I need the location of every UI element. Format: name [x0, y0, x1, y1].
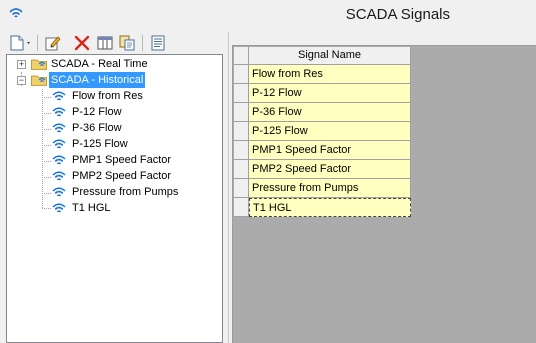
tree-signal-item[interactable]: T1 HGL [7, 200, 222, 216]
copy-icon [119, 35, 135, 51]
row-header[interactable] [234, 65, 249, 84]
grid-cell-signal-name[interactable]: Pressure from Pumps [249, 179, 411, 198]
row-header[interactable] [234, 179, 249, 198]
tree-signal-label: Flow from Res [72, 90, 143, 102]
tree-group-label: SCADA - Historical [49, 72, 146, 88]
title-bar: SCADA Signals [0, 0, 536, 31]
edit-button[interactable] [44, 34, 62, 52]
folder-signal-icon [31, 59, 47, 70]
grid-cell-signal-name[interactable]: Flow from Res [249, 65, 411, 84]
row-header[interactable] [234, 103, 249, 122]
row-header[interactable] [234, 84, 249, 103]
tree-group-real-time[interactable]: + SCADA - Real Time [7, 56, 222, 72]
toolbar-separator [37, 35, 38, 51]
tree-signal-label: Pressure from Pumps [72, 186, 179, 198]
row-header[interactable] [234, 160, 249, 179]
row-header[interactable] [234, 198, 249, 217]
tree-signal-label: PMP2 Speed Factor [72, 170, 172, 182]
signal-icon [52, 187, 66, 197]
tree-signal-item[interactable]: P-125 Flow [7, 136, 222, 152]
signal-icon [52, 107, 66, 117]
row-header[interactable] [234, 122, 249, 141]
report-icon [151, 35, 165, 51]
toolbar [6, 32, 228, 54]
tree-signal-label: PMP1 Speed Factor [72, 154, 172, 166]
signal-icon [52, 139, 66, 149]
tree-signal-label: T1 HGL [72, 202, 111, 214]
expand-icon[interactable]: + [17, 60, 26, 69]
tree-signal-item[interactable]: P-12 Flow [7, 104, 222, 120]
grid-corner[interactable] [234, 47, 249, 65]
signal-icon [52, 123, 66, 133]
delete-button[interactable] [73, 34, 91, 52]
copy-button[interactable] [118, 34, 136, 52]
tree-signal-label: P-125 Flow [72, 138, 128, 150]
tree-signal-item[interactable]: PMP2 Speed Factor [7, 168, 222, 184]
signal-tree[interactable]: + SCADA - Real Time − SCADA - Historical… [6, 54, 223, 343]
signal-icon [52, 155, 66, 165]
grid-cell-signal-name[interactable]: P-125 Flow [249, 122, 411, 141]
tree-signal-label: P-12 Flow [72, 106, 122, 118]
new-document-icon [10, 35, 30, 51]
tree-group-historical[interactable]: − SCADA - Historical [7, 72, 222, 88]
tree-signal-item[interactable]: Pressure from Pumps [7, 184, 222, 200]
signal-icon [52, 203, 66, 213]
tree-signal-label: P-36 Flow [72, 122, 122, 134]
grid-cell-signal-name[interactable]: T1 HGL [249, 198, 411, 217]
new-button[interactable] [8, 34, 34, 52]
column-header-signal-name[interactable]: Signal Name [249, 47, 411, 65]
signal-icon [52, 91, 66, 101]
collapse-icon[interactable]: − [17, 76, 26, 85]
grid-cell-signal-name[interactable]: PMP2 Speed Factor [249, 160, 411, 179]
delete-icon [74, 35, 90, 51]
grid-cell-signal-name[interactable]: PMP1 Speed Factor [249, 141, 411, 160]
signal-grid[interactable]: Signal Name Flow from Res P-12 Flow P-36 F… [232, 45, 536, 343]
tree-signal-item[interactable]: Flow from Res [7, 88, 222, 104]
table-button[interactable] [96, 34, 114, 52]
tree-group-label: SCADA - Real Time [51, 58, 148, 70]
edit-icon [45, 36, 61, 51]
folder-signal-icon [31, 75, 47, 86]
report-button[interactable] [149, 34, 167, 52]
splitter[interactable] [228, 32, 229, 343]
window-title: SCADA Signals [345, 6, 450, 23]
grid-cell-signal-name[interactable]: P-12 Flow [249, 84, 411, 103]
tree-signal-item[interactable]: P-36 Flow [7, 120, 222, 136]
toolbar-separator [142, 35, 143, 51]
table-icon [97, 36, 113, 50]
grid-cell-signal-name[interactable]: P-36 Flow [249, 103, 411, 122]
row-header[interactable] [234, 141, 249, 160]
signal-icon [52, 171, 66, 181]
tree-signal-item[interactable]: PMP1 Speed Factor [7, 152, 222, 168]
